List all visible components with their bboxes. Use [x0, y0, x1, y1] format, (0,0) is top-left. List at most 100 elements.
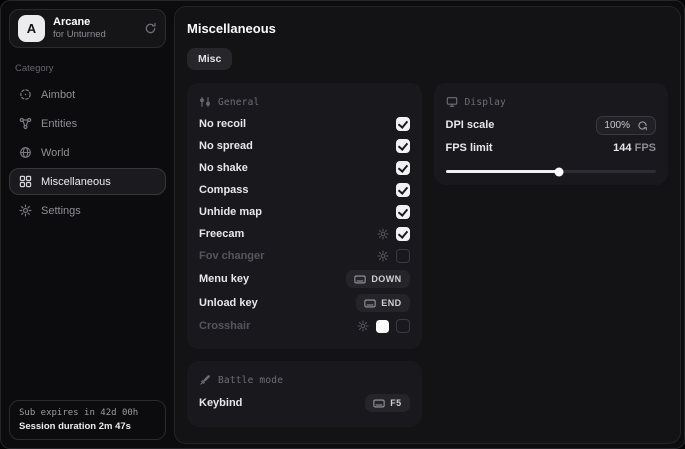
sidebar-item-label: World — [41, 147, 70, 159]
subscription-status-card: Sub expires in 42d 00h Session duration … — [9, 400, 166, 440]
main-panel: Miscellaneous Misc General No reco — [174, 6, 681, 444]
setting-row-unhide-map: Unhide map — [199, 201, 410, 223]
setting-row-fps-limit: FPS limit 144 FPS — [446, 137, 657, 159]
setting-label: No shake — [199, 162, 248, 174]
setting-row-crosshair: Crosshair — [199, 315, 410, 337]
unhide-map-checkbox[interactable] — [396, 205, 410, 219]
sidebar-item-world[interactable]: World — [9, 139, 166, 166]
unload-key-keybind-button[interactable]: END — [356, 294, 409, 312]
right-column: Display DPI scale 100% — [434, 83, 669, 185]
app-title: Arcane — [53, 16, 106, 30]
left-column: General No recoil No spread No shake — [187, 83, 422, 427]
display-card-title: Display — [465, 97, 506, 108]
fps-number: 144 — [613, 142, 631, 154]
crosshair-settings-gear-icon[interactable] — [357, 320, 369, 332]
keybind-value: F5 — [390, 398, 401, 408]
setting-row-freecam: Freecam — [199, 223, 410, 245]
fps-limit-value: 144 FPS — [613, 142, 656, 154]
grid-icon — [19, 175, 32, 188]
no-spread-checkbox[interactable] — [396, 139, 410, 153]
compass-checkbox[interactable] — [396, 183, 410, 197]
keybind-value: END — [381, 298, 401, 308]
globe-icon — [19, 146, 32, 159]
gear-icon — [19, 204, 32, 217]
sliders-icon — [199, 96, 211, 108]
crosshair-checkbox[interactable] — [396, 319, 410, 333]
setting-label: Keybind — [199, 397, 242, 409]
setting-row-dpi-scale: DPI scale 100% — [446, 113, 657, 137]
target-icon — [19, 88, 32, 101]
setting-label: Freecam — [199, 228, 244, 240]
sidebar-item-label: Entities — [41, 118, 77, 130]
battle-mode-card-title: Battle mode — [218, 375, 283, 386]
keybind-value: DOWN — [371, 274, 401, 284]
setting-label: Menu key — [199, 273, 249, 285]
monitor-icon — [446, 96, 458, 108]
dpi-scale-value: 100% — [604, 120, 630, 131]
sword-icon — [199, 374, 211, 386]
general-card: General No recoil No spread No shake — [187, 83, 422, 349]
sidebar-item-aimbot[interactable]: Aimbot — [9, 81, 166, 108]
display-card: Display DPI scale 100% — [434, 83, 669, 185]
slider-thumb[interactable] — [555, 167, 564, 176]
setting-row-unload-key: Unload key END — [199, 291, 410, 315]
setting-label: No recoil — [199, 118, 246, 130]
freecam-checkbox[interactable] — [396, 227, 410, 241]
sidebar-item-label: Settings — [41, 205, 81, 217]
fov-changer-checkbox[interactable] — [396, 249, 410, 263]
content-columns: General No recoil No spread No shake — [187, 83, 668, 427]
setting-label: No spread — [199, 140, 253, 152]
tab-misc[interactable]: Misc — [187, 48, 232, 70]
battle-mode-card-header: Battle mode — [199, 374, 410, 386]
keyboard-icon — [354, 275, 366, 284]
session-duration-text: Session duration 2m 47s — [19, 421, 156, 432]
slider-fill — [446, 170, 560, 173]
general-card-title: General — [218, 97, 259, 108]
sidebar-item-label: Aimbot — [41, 89, 75, 101]
setting-row-menu-key: Menu key DOWN — [199, 267, 410, 291]
setting-row-no-spread: No spread — [199, 135, 410, 157]
category-label: Category — [15, 63, 160, 74]
display-card-header: Display — [446, 96, 657, 108]
fps-limit-slider[interactable] — [446, 170, 657, 173]
battle-mode-card: Battle mode Keybind F5 — [187, 361, 422, 427]
fov-settings-gear-icon[interactable] — [377, 250, 389, 262]
app-meta: Arcane for Unturned — [53, 16, 106, 42]
setting-label: Compass — [199, 184, 249, 196]
sidebar-item-settings[interactable]: Settings — [9, 197, 166, 224]
page-title: Miscellaneous — [187, 21, 668, 36]
app-subtitle: for Unturned — [53, 29, 106, 41]
setting-label: DPI scale — [446, 119, 495, 131]
setting-label: Fov changer — [199, 250, 264, 262]
setting-row-battle-keybind: Keybind F5 — [199, 391, 410, 415]
keyboard-icon — [373, 399, 385, 408]
dpi-scale-select[interactable]: 100% — [596, 116, 656, 135]
category-nav: Aimbot Entities World — [9, 81, 166, 224]
setting-row-compass: Compass — [199, 179, 410, 201]
general-card-header: General — [199, 96, 410, 108]
sync-icon[interactable] — [144, 22, 157, 35]
setting-row-fov-changer: Fov changer — [199, 245, 410, 267]
sidebar: A Arcane for Unturned Category Aimbot — [1, 1, 174, 448]
crosshair-color-swatch[interactable] — [376, 320, 389, 333]
no-shake-checkbox[interactable] — [396, 161, 410, 175]
setting-row-no-shake: No shake — [199, 157, 410, 179]
app-header-card: A Arcane for Unturned — [9, 9, 166, 48]
setting-label: FPS limit — [446, 142, 493, 154]
menu-key-keybind-button[interactable]: DOWN — [346, 270, 409, 288]
setting-row-no-recoil: No recoil — [199, 113, 410, 135]
sidebar-item-miscellaneous[interactable]: Miscellaneous — [9, 168, 166, 195]
avatar: A — [18, 15, 45, 42]
setting-label: Unhide map — [199, 206, 262, 218]
fps-unit: FPS — [635, 142, 656, 154]
battle-mode-keybind-button[interactable]: F5 — [365, 394, 409, 412]
freecam-settings-gear-icon[interactable] — [377, 228, 389, 240]
setting-label: Unload key — [199, 297, 258, 309]
no-recoil-checkbox[interactable] — [396, 117, 410, 131]
sidebar-item-label: Miscellaneous — [41, 176, 111, 188]
sub-expiry-text: Sub expires in 42d 00h — [19, 408, 156, 418]
setting-label: Crosshair — [199, 320, 250, 332]
reset-icon[interactable] — [637, 120, 648, 131]
keyboard-icon — [364, 299, 376, 308]
sidebar-item-entities[interactable]: Entities — [9, 110, 166, 137]
